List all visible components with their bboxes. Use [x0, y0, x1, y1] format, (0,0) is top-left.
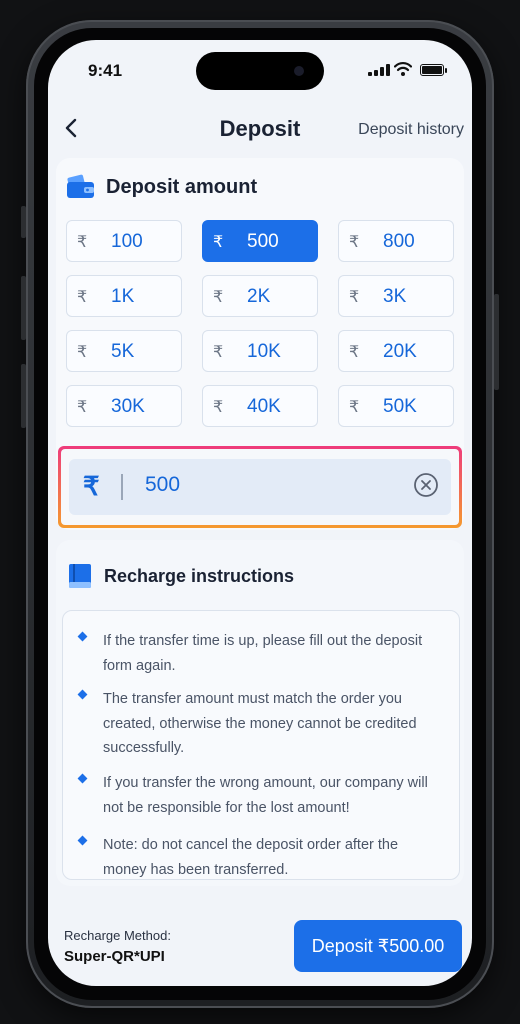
amount-option-label: 2K — [247, 286, 271, 307]
amount-option-1k[interactable]: ₹ 1K — [66, 275, 182, 317]
amount-option-100[interactable]: ₹ 100 — [66, 220, 182, 262]
instruction-text: Note: do not cancel the deposit order af… — [103, 837, 399, 878]
bullet-diamond-icon — [77, 835, 88, 846]
amount-input[interactable] — [145, 469, 365, 501]
instruction-text: If the transfer time is up, please fill … — [103, 633, 423, 674]
battery-tip — [445, 68, 447, 73]
input-divider — [121, 474, 123, 500]
amount-option-label: 100 — [111, 231, 143, 252]
instruction-text: If you transfer the wrong amount, our co… — [103, 775, 428, 816]
recharge-method-label: Recharge Method: — [64, 928, 171, 943]
rupee-icon: ₹ — [77, 289, 88, 306]
power-button — [494, 294, 499, 390]
amount-input-highlight: ₹ — [58, 446, 462, 528]
recharge-instructions-heading: Recharge instructions — [66, 562, 294, 590]
footer-bar: Recharge Method: Super-QR*UPI Deposit ₹5… — [48, 910, 472, 986]
amount-option-label: 10K — [247, 341, 281, 362]
rupee-icon: ₹ — [349, 344, 360, 361]
rupee-icon: ₹ — [349, 399, 360, 416]
wallet-icon — [67, 174, 94, 198]
amount-input-container: ₹ — [61, 449, 459, 525]
amount-option-label: 30K — [111, 396, 145, 417]
amount-option-3k[interactable]: ₹ 3K — [338, 275, 454, 317]
rupee-icon: ₹ — [349, 234, 360, 251]
amount-option-label: 20K — [383, 341, 417, 362]
rupee-icon: ₹ — [77, 344, 88, 361]
bullet-diamond-icon — [77, 689, 88, 700]
bullet-diamond-icon — [77, 631, 88, 642]
amount-option-label: 3K — [383, 286, 407, 307]
rupee-icon: ₹ — [213, 234, 224, 251]
deposit-amount-title: Deposit amount — [106, 175, 258, 198]
amount-option-20k[interactable]: ₹ 20K — [338, 330, 454, 372]
battery-icon — [420, 64, 444, 76]
wifi-icon — [394, 62, 412, 76]
dynamic-island — [196, 52, 324, 90]
mute-switch — [21, 206, 26, 238]
recharge-instructions-card: Recharge instructions If the transfer ti… — [56, 540, 464, 886]
deposit-button[interactable]: Deposit ₹500.00 — [294, 920, 462, 972]
instruction-text: The transfer amount must match the order… — [103, 691, 417, 756]
amount-option-label: 800 — [383, 231, 415, 252]
amount-option-label: 500 — [247, 231, 279, 252]
status-time: 9:41 — [88, 61, 123, 80]
amount-option-label: 40K — [247, 396, 281, 417]
volume-up-button — [21, 276, 26, 340]
amount-option-50k[interactable]: ₹ 50K — [338, 385, 454, 427]
amount-option-10k[interactable]: ₹ 10K — [202, 330, 318, 372]
amount-option-2k[interactable]: ₹ 2K — [202, 275, 318, 317]
amount-option-500[interactable]: ₹ 500 — [202, 220, 318, 262]
volume-down-button — [21, 364, 26, 428]
amount-option-800[interactable]: ₹ 800 — [338, 220, 454, 262]
amount-option-label: 5K — [111, 341, 135, 362]
phone-screen: 9:41 Deposit Deposit history Deposit amo… — [48, 40, 472, 986]
book-icon — [69, 564, 91, 588]
rupee-icon: ₹ — [213, 289, 224, 306]
amount-option-30k[interactable]: ₹ 30K — [66, 385, 182, 427]
instructions-list: If the transfer time is up, please fill … — [62, 610, 460, 880]
rupee-icon: ₹ — [213, 344, 224, 361]
recharge-instructions-title: Recharge instructions — [104, 565, 295, 586]
rupee-icon: ₹ — [349, 289, 360, 306]
deposit-history-link[interactable]: Deposit history — [358, 121, 464, 139]
amount-option-label: 50K — [383, 396, 417, 417]
amount-option-40k[interactable]: ₹ 40K — [202, 385, 318, 427]
bullet-diamond-icon — [77, 773, 88, 784]
amount-option-label: 1K — [111, 286, 135, 307]
rupee-icon: ₹ — [77, 399, 88, 416]
amount-option-5k[interactable]: ₹ 5K — [66, 330, 182, 372]
rupee-icon: ₹ — [213, 399, 224, 416]
recharge-method-value: Super-QR*UPI — [64, 948, 165, 965]
clear-circle-x-icon[interactable] — [413, 472, 439, 498]
rupee-icon: ₹ — [83, 471, 100, 501]
camera-dot — [294, 66, 304, 76]
amount-input-field[interactable]: ₹ — [69, 459, 451, 515]
status-bar: 9:41 — [48, 40, 472, 100]
deposit-amount-heading: Deposit amount — [66, 174, 257, 200]
signal-icon — [368, 64, 390, 76]
top-nav: Deposit Deposit history — [48, 110, 472, 150]
rupee-icon: ₹ — [77, 234, 88, 251]
